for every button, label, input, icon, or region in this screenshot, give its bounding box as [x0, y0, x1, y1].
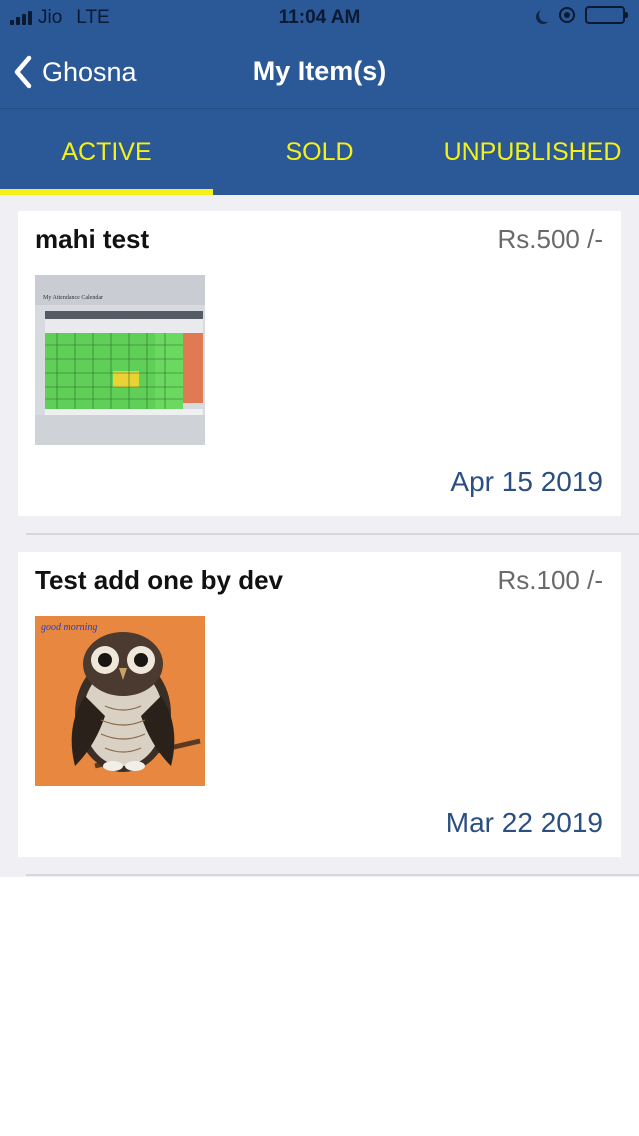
spreadsheet-photo-image: My Attendance Calendar — [35, 275, 205, 445]
nav-bar: Ghosna My Item(s) — [0, 36, 639, 108]
item-card[interactable]: Test add one by dev Rs.100 /- good morni… — [18, 552, 621, 857]
divider — [26, 533, 639, 535]
item-date: Apr 15 2019 — [450, 466, 603, 497]
items-list: mahi test Rs.500 /- My Attendance Calend… — [0, 195, 639, 877]
battery-icon — [585, 6, 628, 24]
item-thumbnail[interactable]: good morning — [35, 616, 205, 786]
item-date: Mar 22 2019 — [445, 807, 603, 838]
divider — [26, 874, 639, 876]
thumbnail-caption: My Attendance Calendar — [43, 295, 103, 301]
item-price: Rs.100 /- — [497, 565, 604, 595]
item-title: Test add one by dev — [35, 565, 284, 595]
do-not-disturb-icon — [539, 8, 553, 22]
item-card[interactable]: mahi test Rs.500 /- My Attendance Calend… — [18, 211, 621, 516]
thumbnail-caption: good morning — [41, 622, 97, 633]
tab-sold[interactable]: SOLD — [213, 110, 426, 195]
item-title: mahi test — [35, 224, 150, 254]
tab-unpublished[interactable]: UNPUBLISHED — [426, 110, 639, 195]
item-thumbnail[interactable]: My Attendance Calendar — [35, 275, 205, 445]
nav-divider — [0, 108, 639, 109]
status-bar: Jio LTE 11:04 AM — [0, 0, 639, 36]
orientation-lock-icon — [559, 7, 575, 23]
tab-bar: ACTIVE SOLD UNPUBLISHED — [0, 110, 639, 195]
tab-active[interactable]: ACTIVE — [0, 110, 213, 195]
header: Jio LTE 11:04 AM Ghosna My Item(s) ACTIV… — [0, 0, 639, 195]
owl-artwork-image: good morning — [35, 616, 205, 786]
item-price: Rs.500 /- — [497, 224, 604, 254]
status-bar-right — [535, 6, 628, 24]
page-title: My Item(s) — [252, 56, 387, 86]
